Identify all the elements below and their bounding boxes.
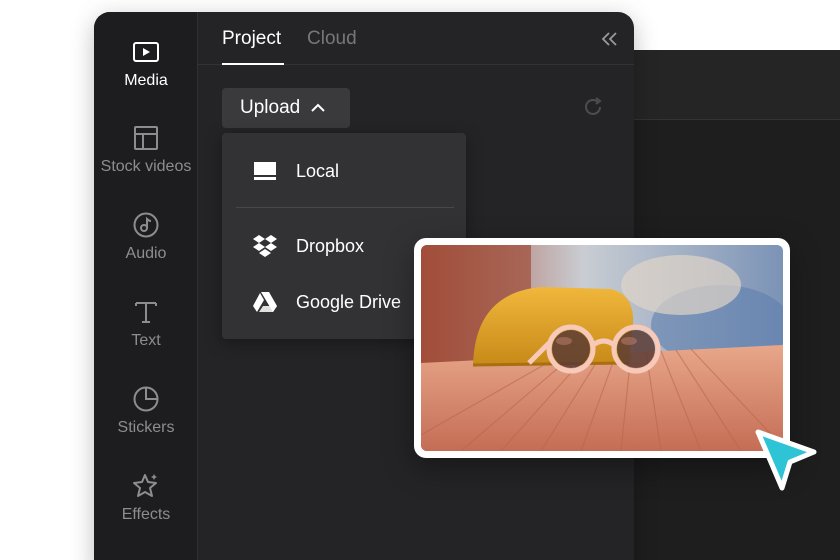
dropbox-icon bbox=[252, 233, 278, 259]
sidebar-item-label: Effects bbox=[121, 506, 171, 523]
sidebar-item-label: Stickers bbox=[117, 419, 175, 436]
sidebar-item-stickers[interactable]: Stickers bbox=[94, 385, 198, 465]
sidebar-item-stock-videos[interactable]: Stock videos bbox=[94, 124, 198, 204]
sidebar: Media Stock videos Audio Text Stickers E… bbox=[94, 12, 198, 560]
menu-item-label: Google Drive bbox=[296, 291, 402, 312]
sticker-icon bbox=[132, 385, 160, 413]
sparkle-star-icon bbox=[132, 472, 160, 500]
google-drive-icon bbox=[252, 289, 278, 315]
sidebar-item-effects[interactable]: Effects bbox=[94, 472, 198, 552]
sidebar-item-label: Stock videos bbox=[100, 158, 192, 175]
sidebar-item-media[interactable]: Media bbox=[94, 38, 198, 118]
tab-cloud[interactable]: Cloud bbox=[307, 28, 357, 50]
active-tab-indicator bbox=[222, 63, 284, 65]
media-preview-card[interactable] bbox=[414, 238, 790, 458]
music-note-icon bbox=[132, 211, 160, 239]
sidebar-item-audio[interactable]: Audio bbox=[94, 211, 198, 291]
layout-grid-icon bbox=[132, 124, 160, 152]
menu-item-label: Dropbox bbox=[296, 235, 365, 256]
tab-bar: Project Cloud bbox=[198, 12, 634, 65]
tab-project[interactable]: Project bbox=[222, 28, 281, 50]
refresh-icon[interactable] bbox=[582, 96, 604, 118]
sidebar-item-label: Media bbox=[124, 72, 168, 89]
chevron-up-icon bbox=[310, 100, 326, 116]
sidebar-item-label: Audio bbox=[125, 245, 167, 262]
text-t-icon bbox=[132, 298, 160, 326]
menu-divider bbox=[236, 207, 454, 208]
upload-button-label: Upload bbox=[240, 97, 301, 118]
sidebar-item-label: Text bbox=[131, 332, 161, 349]
media-play-icon bbox=[132, 38, 160, 66]
sunglasses-photo bbox=[421, 245, 783, 451]
monitor-icon bbox=[252, 158, 278, 184]
double-chevron-left-icon[interactable] bbox=[598, 28, 620, 50]
menu-item-label: Local bbox=[296, 160, 340, 181]
menu-item-local[interactable]: Local bbox=[222, 147, 466, 195]
upload-button[interactable]: Upload bbox=[222, 88, 350, 128]
sidebar-item-text[interactable]: Text bbox=[94, 298, 198, 378]
cursor-arrow-icon bbox=[752, 428, 822, 498]
preview-topbar bbox=[600, 50, 840, 120]
